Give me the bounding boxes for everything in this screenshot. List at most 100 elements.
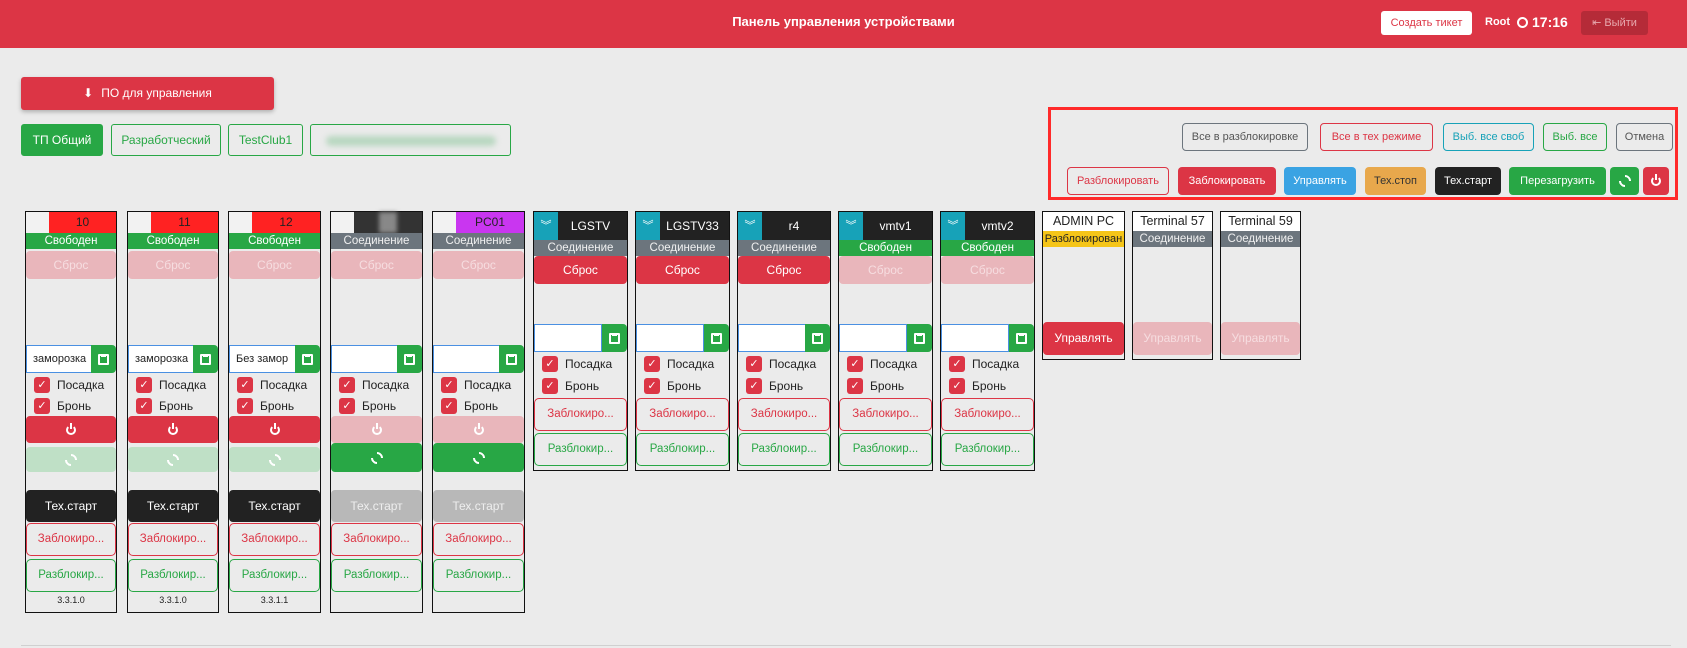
unblock-button[interactable]: Разблокир... — [534, 433, 627, 466]
landing-checkbox-row[interactable]: ✓ Посадка — [237, 376, 307, 394]
bulk-refresh-button[interactable] — [1610, 167, 1639, 195]
tech-start-button[interactable]: Тех.старт — [229, 490, 320, 522]
landing-checkbox-row[interactable]: ✓ Посадка — [542, 355, 612, 373]
landing-checkbox-row[interactable]: ✓ Посадка — [34, 376, 104, 394]
checkbox-checked-icon[interactable]: ✓ — [542, 378, 558, 394]
freeze-input[interactable] — [738, 324, 806, 352]
reboot-button[interactable] — [331, 443, 422, 472]
tech-start-button[interactable]: Тех.старт — [433, 490, 524, 522]
bulk-tech-start-button[interactable]: Тех.старт — [1435, 167, 1501, 195]
checkbox-checked-icon[interactable]: ✓ — [237, 398, 253, 414]
club-tab-blurred[interactable] — [310, 124, 511, 156]
booking-checkbox-row[interactable]: ✓ Бронь — [339, 397, 396, 415]
tech-start-button[interactable]: Тех.старт — [26, 490, 116, 522]
checkbox-checked-icon[interactable]: ✓ — [34, 377, 50, 393]
checkbox-checked-icon[interactable]: ✓ — [136, 398, 152, 414]
freeze-input[interactable] — [534, 324, 602, 352]
chevron-down-icon[interactable]: ︾ — [941, 212, 965, 240]
booking-checkbox-row[interactable]: ✓ Бронь — [644, 377, 701, 395]
block-button[interactable]: Заблокиро... — [636, 398, 729, 431]
manage-button[interactable]: Управлять — [1043, 322, 1124, 355]
booking-checkbox-row[interactable]: ✓ Бронь — [847, 377, 904, 395]
freeze-input[interactable]: заморозка — [128, 345, 196, 373]
download-software-button[interactable]: ⬇ ПО для управления — [21, 77, 274, 110]
block-button[interactable]: Заблокиро... — [128, 523, 218, 556]
booking-checkbox-row[interactable]: ✓ Бронь — [237, 397, 294, 415]
power-button[interactable] — [128, 416, 218, 443]
select-all-unblocked-button[interactable]: Все в разблокировке — [1182, 123, 1308, 151]
reset-button[interactable]: Сброс — [839, 256, 932, 284]
freeze-input[interactable] — [331, 345, 399, 373]
checkbox-checked-icon[interactable]: ✓ — [746, 378, 762, 394]
club-tab-developer[interactable]: Разработческий — [111, 124, 221, 156]
power-button[interactable] — [26, 416, 116, 443]
unblock-button[interactable]: Разблокир... — [128, 559, 218, 592]
chevron-down-icon[interactable]: ︾ — [839, 212, 863, 240]
save-button[interactable] — [193, 345, 218, 373]
reset-button[interactable]: Сброс — [738, 256, 830, 284]
landing-checkbox-row[interactable]: ✓ Посадка — [136, 376, 206, 394]
booking-checkbox-row[interactable]: ✓ Бронь — [34, 397, 91, 415]
booking-checkbox-row[interactable]: ✓ Бронь — [746, 377, 803, 395]
chevron-down-icon[interactable]: ︾ — [738, 212, 762, 240]
reboot-button[interactable] — [128, 447, 218, 472]
checkbox-checked-icon[interactable]: ✓ — [847, 378, 863, 394]
reset-button[interactable]: Сброс — [26, 251, 116, 279]
freeze-input[interactable] — [433, 345, 501, 373]
checkbox-checked-icon[interactable]: ✓ — [746, 356, 762, 372]
bulk-unblock-button[interactable]: Разблокировать — [1067, 167, 1169, 195]
save-button[interactable] — [1009, 324, 1034, 352]
select-all-tech-mode-button[interactable]: Все в тех режиме — [1320, 123, 1433, 151]
freeze-input[interactable]: заморозка — [26, 345, 94, 373]
checkbox-checked-icon[interactable]: ✓ — [339, 398, 355, 414]
chevron-down-icon[interactable]: ︾ — [636, 212, 660, 240]
save-button[interactable] — [295, 345, 320, 373]
booking-checkbox-row[interactable]: ✓ Бронь — [949, 377, 1006, 395]
reboot-button[interactable] — [26, 447, 116, 472]
checkbox-checked-icon[interactable]: ✓ — [949, 378, 965, 394]
block-button[interactable]: Заблокиро... — [433, 523, 524, 556]
checkbox-checked-icon[interactable]: ✓ — [237, 377, 253, 393]
checkbox-checked-icon[interactable]: ✓ — [949, 356, 965, 372]
checkbox-checked-icon[interactable]: ✓ — [136, 377, 152, 393]
checkbox-checked-icon[interactable]: ✓ — [339, 377, 355, 393]
checkbox-checked-icon[interactable]: ✓ — [644, 356, 660, 372]
bulk-reboot-button[interactable]: Перезагрузить — [1509, 167, 1606, 195]
freeze-input[interactable] — [941, 324, 1009, 352]
club-tab-testclub1[interactable]: TestClub1 — [228, 124, 303, 156]
reset-button[interactable]: Сброс — [128, 251, 218, 279]
unblock-button[interactable]: Разблокир... — [738, 433, 830, 466]
save-button[interactable] — [602, 324, 627, 352]
reset-button[interactable]: Сброс — [331, 251, 422, 279]
landing-checkbox-row[interactable]: ✓ Посадка — [847, 355, 917, 373]
checkbox-checked-icon[interactable]: ✓ — [441, 398, 457, 414]
bulk-tech-stop-button[interactable]: Тех.стоп — [1365, 167, 1426, 195]
landing-checkbox-row[interactable]: ✓ Посадка — [746, 355, 816, 373]
block-button[interactable]: Заблокиро... — [26, 523, 116, 556]
block-button[interactable]: Заблокиро... — [331, 523, 422, 556]
save-button[interactable] — [907, 324, 932, 352]
booking-checkbox-row[interactable]: ✓ Бронь — [542, 377, 599, 395]
manage-button[interactable]: Управлять — [1133, 322, 1212, 355]
checkbox-checked-icon[interactable]: ✓ — [644, 378, 660, 394]
bulk-block-button[interactable]: Заблокировать — [1178, 167, 1276, 195]
unblock-button[interactable]: Разблокир... — [433, 559, 524, 592]
freeze-input[interactable] — [636, 324, 704, 352]
bulk-power-button[interactable] — [1643, 167, 1669, 195]
save-button[interactable] — [91, 345, 116, 373]
unblock-button[interactable]: Разблокир... — [331, 559, 422, 592]
bulk-manage-button[interactable]: Управлять — [1284, 167, 1356, 195]
landing-checkbox-row[interactable]: ✓ Посадка — [339, 376, 409, 394]
block-button[interactable]: Заблокиро... — [839, 398, 932, 431]
block-button[interactable]: Заблокиро... — [229, 523, 320, 556]
save-button[interactable] — [397, 345, 422, 373]
unblock-button[interactable]: Разблокир... — [229, 559, 320, 592]
manage-button[interactable]: Управлять — [1221, 322, 1300, 355]
unblock-button[interactable]: Разблокир... — [26, 559, 116, 592]
unblock-button[interactable]: Разблокир... — [636, 433, 729, 466]
save-button[interactable] — [805, 324, 830, 352]
reset-button[interactable]: Сброс — [941, 256, 1034, 284]
booking-checkbox-row[interactable]: ✓ Бронь — [441, 397, 498, 415]
cancel-selection-button[interactable]: Отмена — [1616, 123, 1673, 151]
select-all-free-button[interactable]: Выб. все своб — [1443, 123, 1534, 151]
